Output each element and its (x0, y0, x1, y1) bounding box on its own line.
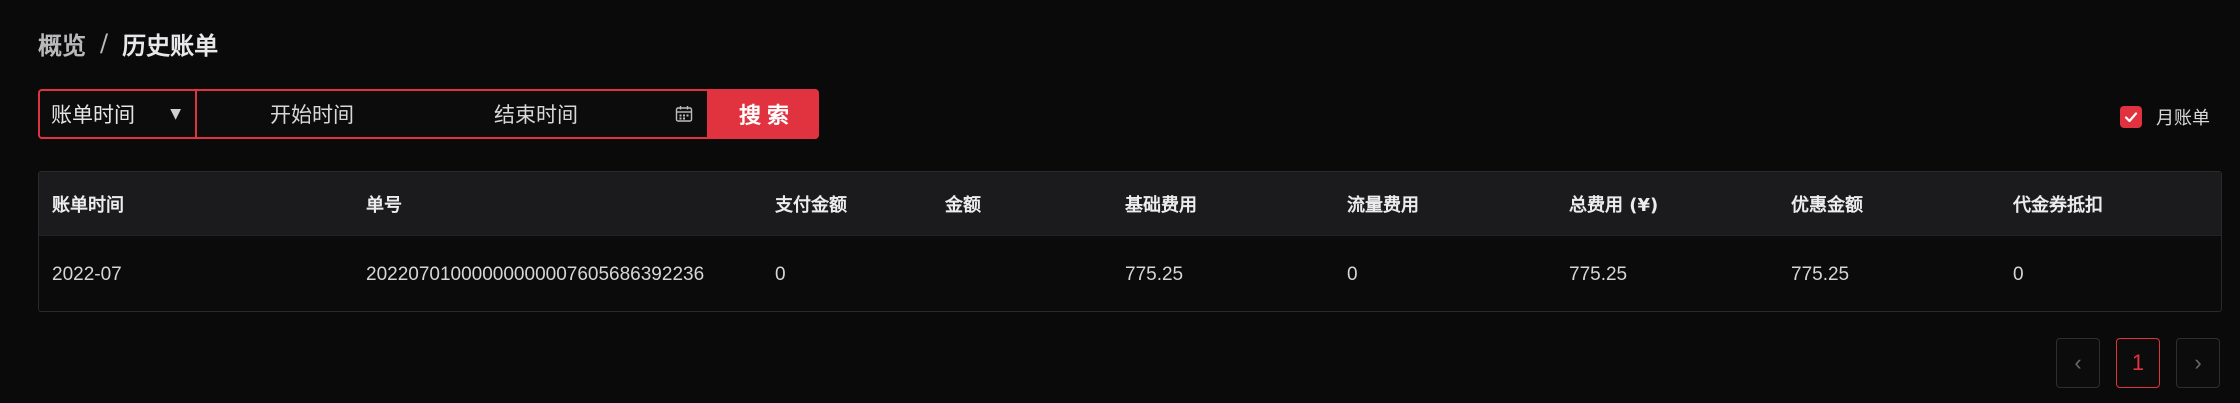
breadcrumb-current: 历史账单 (122, 31, 219, 60)
filter-bar: 账单时间 ▼ 开始时间 结束时间 搜索 (38, 89, 819, 139)
cell-total-fee: 775.25 (1569, 263, 1628, 285)
breadcrumb-separator: / (100, 29, 109, 57)
cell-discount: 775.25 (1791, 263, 1850, 285)
search-button[interactable]: 搜索 (709, 89, 819, 139)
time-type-select[interactable]: 账单时间 ▼ (38, 89, 195, 139)
header-traffic-fee: 流量费用 (1347, 194, 1419, 216)
breadcrumb: 概览 / 历史账单 (38, 24, 218, 62)
calendar-icon[interactable] (675, 105, 693, 123)
header-paid-amount: 支付金额 (775, 194, 847, 216)
header-base-fee: 基础费用 (1125, 194, 1197, 216)
header-amount-clipped: 金额 (945, 194, 981, 216)
header-bill-time: 账单时间 (52, 194, 124, 216)
header-voucher: 代金券抵扣 (2013, 194, 2103, 216)
history-bill-page: 概览 / 历史账单 账单时间 ▼ 开始时间 结束时间 搜索 月账单 账单时间 单… (0, 0, 2240, 403)
breadcrumb-overview[interactable]: 概览 (38, 26, 86, 61)
time-type-select-value: 账单时间 (51, 103, 135, 127)
start-date-input[interactable]: 开始时间 (270, 99, 354, 129)
table-header: 账单时间 单号 支付金额 金额 基础费用 流量费用 总费用 (¥) 优惠金额 代… (39, 172, 2221, 236)
cell-base-fee: 775.25 (1125, 263, 1184, 285)
header-discount: 优惠金额 (1791, 194, 1863, 216)
date-range-picker[interactable]: 开始时间 结束时间 (195, 89, 709, 139)
cell-voucher: 0 (2013, 263, 2024, 285)
page-button-current[interactable]: 1 (2116, 338, 2160, 388)
cell-bill-no: 202207010000000000076056863922​36 (366, 263, 705, 285)
prev-page-button[interactable]: ‹ (2056, 338, 2100, 388)
caret-down-icon: ▼ (170, 106, 181, 122)
monthly-bill-checkbox[interactable] (2120, 106, 2142, 128)
monthly-bill-label: 月账单 (2156, 108, 2210, 129)
header-bill-no: 单号 (366, 194, 402, 216)
end-date-input[interactable]: 结束时间 (494, 99, 578, 129)
check-icon (2124, 112, 2138, 123)
table-row: 2022-07 202207010000000000076056863922​3… (39, 236, 2221, 311)
monthly-bill-toggle[interactable]: 月账单 (2120, 104, 2210, 130)
pagination: ‹ 1 › (2056, 338, 2220, 388)
next-page-button[interactable]: › (2176, 338, 2220, 388)
header-total-fee: 总费用 (¥) (1569, 194, 1659, 216)
cell-traffic-fee: 0 (1347, 263, 1358, 285)
cell-paid-amount: 0 (775, 263, 786, 285)
cell-bill-time: 2022-07 (52, 263, 122, 285)
bill-table: 账单时间 单号 支付金额 金额 基础费用 流量费用 总费用 (¥) 优惠金额 代… (38, 171, 2222, 312)
